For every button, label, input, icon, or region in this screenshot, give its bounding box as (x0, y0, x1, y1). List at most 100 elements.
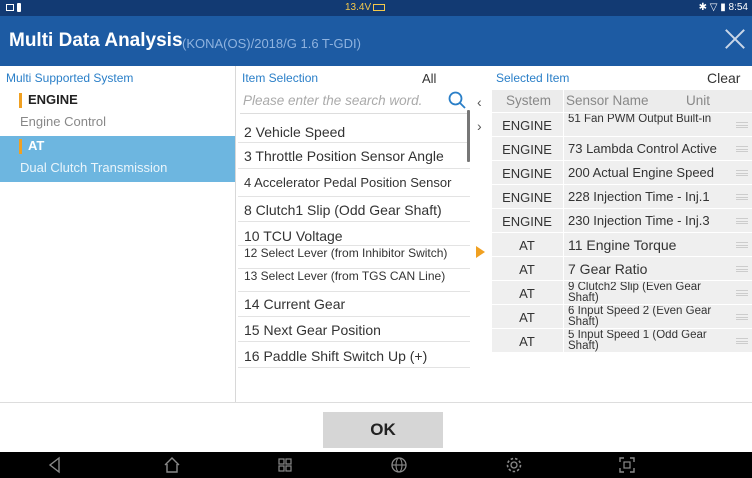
row-system: AT (519, 310, 535, 325)
item-selection-header: Item Selection (242, 71, 319, 85)
column-system: System (506, 93, 552, 108)
item-selection-panel: Item Selection All Please enter the sear… (236, 66, 485, 402)
row-sensor: 11 Engine Torque (568, 237, 677, 253)
list-item[interactable]: 2 Vehicle Speed (238, 117, 470, 143)
table-row[interactable]: AT 11 Engine Torque (492, 233, 752, 257)
system-name: AT (28, 138, 45, 153)
main-content: Multi Supported System ENGINE Engine Con… (0, 66, 752, 402)
list-item[interactable]: 14 Current Gear (238, 292, 470, 317)
row-sensor: 5 Input Speed 1 (Odd Gear Shaft) (568, 330, 707, 352)
voltage-indicator: 13.4V (345, 2, 386, 13)
row-sensor: 51 Fan PWM Output Built-in (568, 114, 712, 125)
drag-handle-icon[interactable] (736, 290, 748, 296)
row-system: AT (519, 238, 535, 253)
table-row[interactable]: ENGINE 228 Injection Time - Inj.1 (492, 185, 752, 209)
table-header: System Sensor Name Unit (492, 90, 752, 112)
battery-voltage-icon (373, 3, 386, 11)
search-icon[interactable] (448, 91, 466, 109)
row-system: ENGINE (502, 214, 552, 229)
row-system: ENGINE (502, 118, 552, 133)
vehicle-subtitle: (KONA(OS)/2018/G 1.6 T-GDI) (182, 36, 361, 51)
device-icon (17, 2, 21, 12)
search-placeholder: Please enter the search word. (243, 93, 423, 108)
table-row[interactable]: ENGINE 200 Actual Engine Speed (492, 161, 752, 185)
close-icon[interactable] (724, 28, 746, 50)
search-input[interactable]: Please enter the search word. (240, 88, 469, 114)
drag-handle-icon[interactable] (736, 242, 748, 248)
navigation-bar (0, 452, 752, 478)
list-item[interactable]: 10 TCU Voltage (238, 222, 470, 246)
voltage-text: 13.4V (345, 2, 372, 13)
pointer-triangle-icon (476, 246, 485, 258)
system-panel: Multi Supported System ENGINE Engine Con… (0, 66, 236, 402)
home-icon[interactable] (163, 456, 181, 474)
system-subtitle: Dual Clutch Transmission (20, 160, 168, 175)
chevron-right-icon[interactable]: › (477, 118, 482, 134)
status-bar: 13.4V ✱ ▽ ▮ 8:54 (0, 0, 752, 16)
list-item[interactable]: 13 Select Lever (from TGS CAN Line) (238, 269, 470, 292)
drag-handle-icon[interactable] (736, 122, 748, 128)
system-marker (19, 139, 22, 154)
status-left-icons (6, 2, 21, 13)
list-item[interactable]: 15 Next Gear Position (238, 317, 470, 342)
system-subtitle: Engine Control (20, 114, 106, 129)
drag-handle-icon[interactable] (736, 338, 748, 344)
selected-item-header: Selected Item (496, 71, 570, 85)
list-item[interactable]: 16 Paddle Shift Switch Up (+) (238, 342, 470, 368)
clock-text: 8:54 (728, 2, 748, 13)
drag-handle-icon[interactable] (736, 218, 748, 224)
ok-button[interactable]: OK (323, 412, 443, 448)
selected-item-panel: Selected Item Clear System Sensor Name U… (492, 66, 752, 402)
row-system: ENGINE (502, 190, 552, 205)
row-sensor: 200 Actual Engine Speed (568, 165, 715, 180)
row-sensor: 9 Clutch2 Slip (Even Gear Shaft) (568, 282, 701, 304)
row-system: AT (519, 286, 535, 301)
system-item-at[interactable]: AT Dual Clutch Transmission (0, 136, 235, 182)
drag-handle-icon[interactable] (736, 314, 748, 320)
list-scrollbar[interactable] (467, 110, 470, 162)
transfer-arrows: ‹ › (474, 88, 490, 150)
recent-apps-icon[interactable] (276, 456, 294, 474)
settings-gear-icon[interactable] (505, 456, 523, 474)
table-row[interactable]: AT 6 Input Speed 2 (Even Gear Shaft) (492, 305, 752, 329)
drag-handle-icon[interactable] (736, 146, 748, 152)
row-system: AT (519, 262, 535, 277)
action-bar: OK (0, 402, 752, 452)
row-sensor: 6 Input Speed 2 (Even Gear Shaft) (568, 306, 712, 328)
system-item-engine[interactable]: ENGINE Engine Control (0, 90, 235, 136)
row-sensor: 7 Gear Ratio (568, 261, 648, 277)
table-row[interactable]: AT 9 Clutch2 Slip (Even Gear Shaft) (492, 281, 752, 305)
row-sensor: 228 Injection Time - Inj.1 (568, 189, 710, 204)
system-marker (19, 93, 22, 108)
all-button[interactable]: All (422, 71, 436, 86)
back-icon[interactable] (46, 456, 64, 474)
table-row[interactable]: ENGINE 230 Injection Time - Inj.3 (492, 209, 752, 233)
title-bar: Multi Data Analysis (KONA(OS)/2018/G 1.6… (0, 16, 752, 66)
table-row[interactable]: AT 5 Input Speed 1 (Odd Gear Shaft) (492, 329, 752, 353)
drag-handle-icon[interactable] (736, 194, 748, 200)
page-title: Multi Data Analysis (9, 30, 183, 51)
list-item[interactable]: 3 Throttle Position Sensor Angle (238, 143, 470, 169)
list-item[interactable]: 12 Select Lever (from Inhibitor Switch) (238, 246, 470, 269)
drag-handle-icon[interactable] (736, 266, 748, 272)
table-row[interactable]: ENGINE 73 Lambda Control Active (492, 137, 752, 161)
list-item[interactable]: 8 Clutch1 Slip (Odd Gear Shaft) (238, 197, 470, 222)
screen-icon (6, 3, 14, 11)
system-panel-header: Multi Supported System (6, 71, 134, 85)
globe-icon[interactable] (390, 456, 408, 474)
status-right: ✱ ▽ ▮ 8:54 (698, 2, 748, 13)
clear-button[interactable]: Clear (707, 70, 740, 86)
table-row[interactable]: ENGINE 51 Fan PWM Output Built-in (492, 113, 752, 137)
drag-handle-icon[interactable] (736, 170, 748, 176)
screenshot-icon[interactable] (618, 456, 636, 474)
column-unit: Unit (686, 93, 711, 108)
row-system: AT (519, 334, 535, 349)
column-sensor-name: Sensor Name (566, 93, 649, 108)
row-system: ENGINE (502, 142, 552, 157)
chevron-left-icon[interactable]: ‹ (477, 94, 482, 110)
system-name: ENGINE (28, 92, 78, 107)
list-item[interactable]: 4 Accelerator Pedal Position Sensor (238, 169, 470, 197)
table-row[interactable]: AT 7 Gear Ratio (492, 257, 752, 281)
row-system: ENGINE (502, 166, 552, 181)
column-divider (563, 90, 564, 402)
